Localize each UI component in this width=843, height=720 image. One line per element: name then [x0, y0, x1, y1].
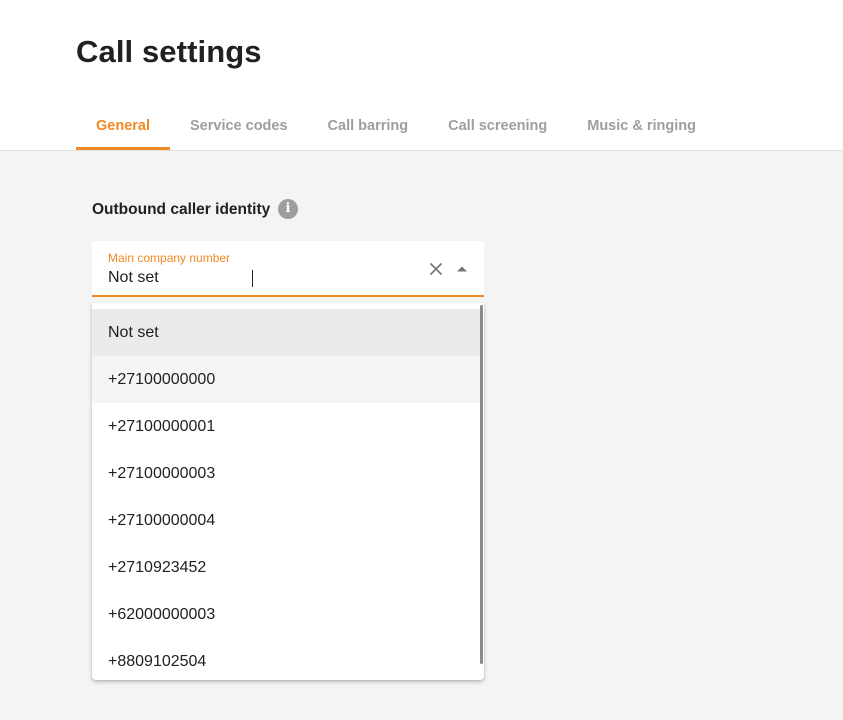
option-8809102504[interactable]: +8809102504 [92, 638, 480, 680]
option-2710923452[interactable]: +2710923452 [92, 544, 480, 591]
page-title: Call settings [76, 34, 262, 69]
header: Call settings General Service codes Call… [0, 0, 843, 151]
option-62000000003[interactable]: +62000000003 [92, 591, 480, 638]
tab-bar: General Service codes Call barring Call … [76, 102, 716, 150]
select-label: Main company number [108, 251, 231, 265]
clear-icon[interactable] [426, 259, 446, 279]
arrow-up-icon[interactable] [452, 259, 472, 279]
section-label-outbound-caller-identity: Outbound caller identity [92, 201, 271, 218]
option-not-set[interactable]: Not set [92, 309, 480, 356]
dropdown-scrollbar[interactable] [480, 305, 483, 664]
tab-music-ringing[interactable]: Music & ringing [567, 102, 716, 150]
option-27100000003[interactable]: +27100000003 [92, 450, 480, 497]
dropdown-listbox: Not set +27100000000 +27100000001 +27100… [92, 303, 484, 680]
info-icon[interactable]: i [278, 199, 298, 219]
main-company-number-select[interactable]: Main company number [92, 241, 484, 297]
select-input[interactable] [108, 268, 408, 288]
tab-service-codes[interactable]: Service codes [170, 102, 308, 150]
text-cursor [252, 270, 253, 287]
option-27100000001[interactable]: +27100000001 [92, 403, 480, 450]
option-27100000004[interactable]: +27100000004 [92, 497, 480, 544]
tab-call-barring[interactable]: Call barring [308, 102, 429, 150]
tab-general[interactable]: General [76, 102, 170, 150]
tab-call-screening[interactable]: Call screening [428, 102, 567, 150]
option-27100000000[interactable]: +27100000000 [92, 356, 480, 403]
